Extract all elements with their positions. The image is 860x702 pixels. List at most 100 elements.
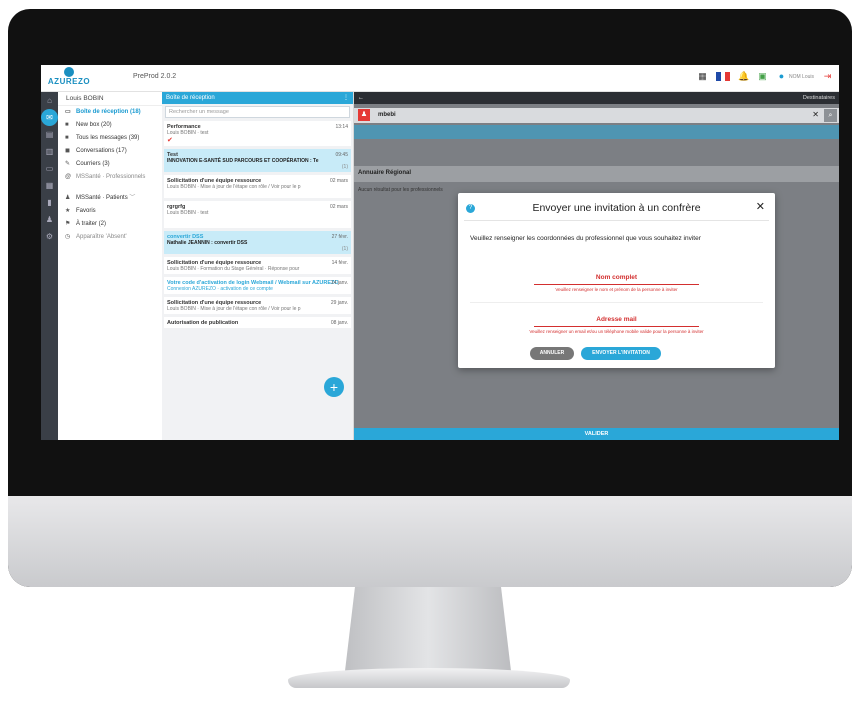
message-search-input[interactable]: Rechercher un message: [165, 106, 350, 118]
sidebar-item-all-messages[interactable]: ■ Tous les messages (39): [58, 132, 162, 145]
cancel-button[interactable]: ANNULER: [530, 347, 574, 360]
logo-text: AZUREZO: [47, 77, 91, 86]
sidebar-item-label: Conversations (17): [76, 148, 127, 154]
mail-icon[interactable]: ✉: [41, 109, 58, 126]
recipient-avatar-icon: ♟: [358, 109, 370, 121]
list-item[interactable]: convertir DSS Nathalie JEANNIN : convert…: [164, 231, 351, 254]
bell-icon[interactable]: 🔔: [738, 71, 749, 82]
list-item[interactable]: Performance Louis BOBIN · test 13:14 ✔: [164, 121, 351, 146]
user-avatar-icon: ●: [778, 71, 785, 81]
clock-icon: ◷: [65, 234, 71, 240]
message-sender: Connexion AZUREZO · activation de ce com…: [167, 286, 273, 292]
settings-icon[interactable]: ⚙: [41, 228, 58, 245]
user-name: NOM Louis: [788, 73, 814, 80]
flag-icon: ⚑: [65, 221, 71, 227]
modal-title: Envoyer une invitation à un confrère: [532, 202, 701, 214]
message-list-title: Boîte de réception: [166, 95, 215, 101]
chart-icon[interactable]: ▮: [41, 194, 58, 211]
email-field[interactable]: [534, 326, 699, 327]
french-flag-icon[interactable]: [715, 72, 730, 81]
sidebar-item-label: MSSanté · Patients: [76, 195, 128, 201]
list-item[interactable]: rgrgrfg Louis BOBIN · test 02 mars: [164, 201, 351, 228]
message-count: (1): [341, 246, 348, 252]
sidebar-item-mssante-patients[interactable]: ♟ MSSanté · Patients ﹀: [58, 192, 162, 205]
message-count: (1): [341, 164, 348, 170]
calendar-icon[interactable]: ▤: [41, 126, 58, 143]
sidebar-item-label: À traiter (2): [76, 221, 107, 227]
sidebar-item-mssante-pro[interactable]: @ MSSanté · Professionnels: [58, 171, 162, 184]
send-invitation-button[interactable]: ENVOYER L'INVITATION: [581, 347, 661, 360]
email-help: Veuillez renseigner un email et/ou un té…: [529, 329, 704, 334]
message-date: 02 mars: [329, 178, 348, 184]
main-top-bar: ← Destinataires: [354, 92, 839, 104]
logo[interactable]: AZUREZO: [47, 67, 91, 89]
sidebar-item-label: Boîte de réception (18): [76, 109, 141, 115]
grid-rail-icon[interactable]: ▦: [41, 177, 58, 194]
message-date: 08 janv.: [330, 320, 348, 326]
pen-icon: ✎: [65, 161, 71, 167]
logo-icon: [64, 67, 74, 77]
full-name-help: Veuillez renseigner le nom et prénom de …: [555, 287, 678, 292]
logout-icon[interactable]: ⇥: [822, 71, 833, 82]
mailbox-icon: ■: [65, 135, 69, 141]
list-item[interactable]: Sollicitation d'une équipe ressource Lou…: [164, 297, 351, 314]
hospital-icon[interactable]: ▣: [757, 71, 768, 82]
home-icon[interactable]: ⌂: [41, 92, 58, 109]
app-screen: AZUREZO PreProd 2.0.2 ▦ 🔔 ▣ ● NOM Louis …: [41, 65, 839, 440]
close-icon[interactable]: ✕: [756, 200, 765, 213]
person-icon[interactable]: ♟: [41, 211, 58, 228]
clear-icon[interactable]: ✕: [812, 110, 819, 119]
full-name-field[interactable]: [534, 284, 699, 285]
sidebar-item-label: MSSanté · Professionnels: [76, 174, 146, 180]
monitor-base: [288, 668, 570, 688]
chat-icon: ◼: [65, 148, 70, 154]
message-date: 09:45: [335, 152, 348, 158]
at-icon: @: [65, 174, 72, 180]
app-version: PreProd 2.0.2: [133, 73, 177, 80]
user-icon: ♟: [65, 195, 71, 201]
filter-row: [354, 125, 839, 139]
recipient-search-input[interactable]: mbebi: [378, 112, 396, 118]
sidebar-item-label: Favoris: [76, 208, 96, 214]
full-name-label: Nom complet: [595, 274, 638, 281]
monitor-chin: [8, 496, 852, 587]
validate-button[interactable]: VALIDER: [354, 428, 839, 440]
user-menu[interactable]: ● NOM Louis: [776, 71, 814, 82]
chevron-down-icon[interactable]: ﹀: [129, 195, 135, 201]
sidebar-item-courriers[interactable]: ✎ Courriers (3): [58, 158, 162, 171]
message-sender: Louis BOBIN · Formation du Stage Général…: [167, 266, 300, 272]
sidebar-item-a-traiter[interactable]: ⚑ À traiter (2): [58, 218, 162, 231]
message-date: 13:14: [335, 124, 348, 130]
message-date: 14 janv.: [330, 280, 348, 286]
invite-modal: ? Envoyer une invitation à un confrère ✕…: [458, 193, 775, 368]
message-date: 02 mars: [329, 204, 348, 210]
sidebar-item-absent[interactable]: ◷ Apparaître 'Absent': [58, 231, 162, 244]
sidebar-user: Louis BOBIN: [58, 92, 162, 106]
back-arrow-icon[interactable]: ←: [354, 95, 364, 101]
list-item[interactable]: Votre code d'activation de login Webmail…: [164, 277, 351, 294]
folder-icon[interactable]: ▭: [41, 160, 58, 177]
more-vertical-icon[interactable]: ⋮: [343, 92, 349, 104]
sidebar-item-inbox[interactable]: ▭ Boîte de réception (18): [58, 106, 162, 119]
documents-icon[interactable]: ▥: [41, 143, 58, 160]
check-icon: ✔: [167, 137, 173, 144]
list-item[interactable]: Sollicitation d'une équipe ressource Lou…: [164, 257, 351, 274]
star-icon: ★: [65, 208, 71, 214]
list-item[interactable]: Autorisation de publication 08 janv.: [164, 317, 351, 328]
sidebar-item-newbox[interactable]: ■ New box (20): [58, 119, 162, 132]
sidebar-item-label: Courriers (3): [76, 161, 110, 167]
sidebar-item-conversations[interactable]: ◼ Conversations (17): [58, 145, 162, 158]
annuaire-header[interactable]: Annuaire Régional: [354, 166, 839, 182]
mailbox-icon: ■: [65, 122, 69, 128]
sidebar-item-favoris[interactable]: ★ Favoris: [58, 205, 162, 218]
list-item[interactable]: Sollicitation d'une équipe ressource Lou…: [164, 175, 351, 198]
sidebar-item-label: New box (20): [76, 122, 112, 128]
grid-icon[interactable]: ▦: [697, 71, 708, 82]
annuaire-label: Annuaire Régional: [358, 170, 412, 176]
search-icon[interactable]: ⌕: [824, 109, 837, 122]
plus-icon: +: [329, 379, 339, 395]
sidebar-item-label: Tous les messages (39): [76, 135, 140, 141]
list-item[interactable]: Test INNOVATION E-SANTÉ SUD PARCOURS ET …: [164, 149, 351, 172]
compose-button[interactable]: +: [324, 377, 344, 397]
